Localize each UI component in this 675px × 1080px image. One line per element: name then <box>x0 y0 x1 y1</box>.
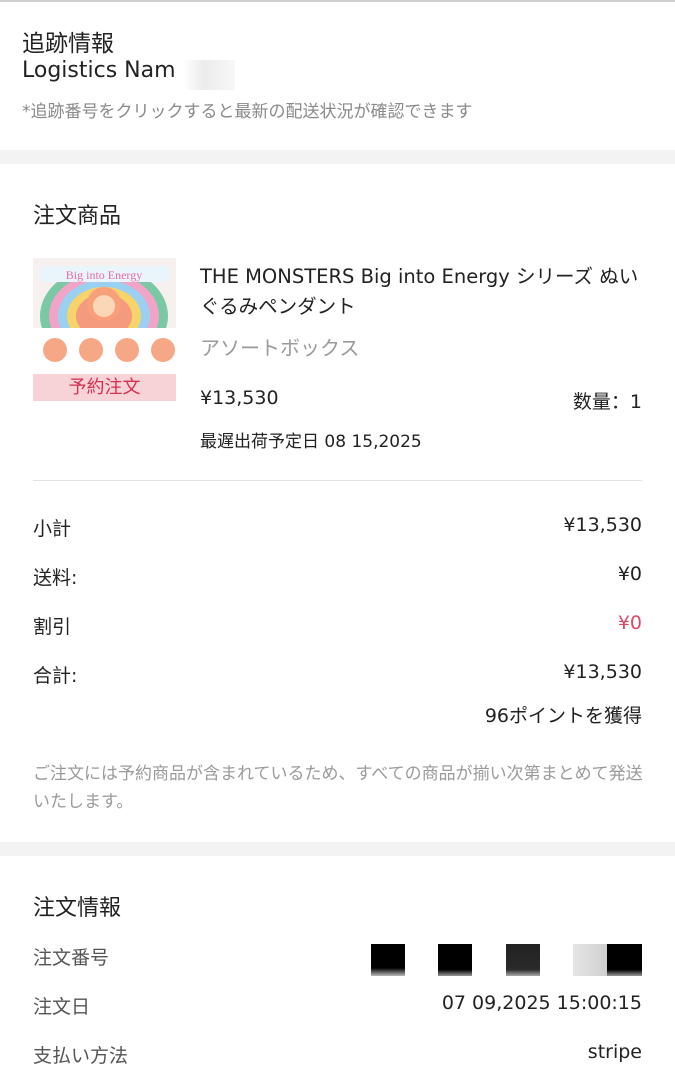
shipping-value: ¥0 <box>617 563 642 585</box>
quantity-value: 1 <box>629 391 642 413</box>
order-date-value: 07 09,2025 15:00:15 <box>441 992 642 1014</box>
payment-method-value: stripe <box>587 1041 642 1063</box>
preorder-notice: ご注文には予約商品が含まれているため、すべての商品が揃い次第まとめて発送いたしま… <box>33 764 643 812</box>
redacted-order-number <box>371 944 405 976</box>
preorder-badge: 予約注文 <box>33 374 176 401</box>
redacted-order-number <box>573 944 607 976</box>
latest-ship-value: 08 15,2025 <box>324 432 422 452</box>
payment-method-label: 支払い方法 <box>33 1045 129 1067</box>
quantity-label: 数量： <box>572 391 630 413</box>
redacted-order-number <box>607 944 642 976</box>
order-date-label: 注文日 <box>33 996 91 1018</box>
discount-value: ¥0 <box>617 612 642 634</box>
redacted-order-number <box>438 944 472 976</box>
total-value: ¥13,530 <box>563 661 642 683</box>
section-gap <box>0 150 675 164</box>
order-info-heading: 注文情報 <box>33 896 122 921</box>
order-items-heading: 注文商品 <box>33 204 122 229</box>
product-variant: アソートボックス <box>200 336 360 360</box>
tracking-note: *追跡番号をクリックすると最新の配送状況が確認できます <box>22 102 473 122</box>
redacted-order-number <box>506 944 540 976</box>
section-gap <box>0 842 675 856</box>
redacted-tracking-number <box>183 60 235 90</box>
points-earned: 96ポイントを獲得 <box>484 705 642 727</box>
product-price: ¥13,530 <box>200 387 279 409</box>
thumbnail-logo-text: Big into Energy <box>66 268 142 282</box>
order-number-label: 注文番号 <box>33 947 110 969</box>
total-label: 合計: <box>33 665 78 687</box>
tracking-title: 追跡情報 <box>22 31 114 57</box>
product-thumbnail[interactable]: Big into Energy 予約注文 <box>33 258 176 401</box>
subtotal-label: 小計 <box>33 518 72 540</box>
product-name[interactable]: THE MONSTERS Big into Energy シリーズ ぬいぐるみペ… <box>200 262 650 322</box>
latest-ship-label: 最遅出荷予定日 <box>200 432 319 452</box>
latest-ship-date: 最遅出荷予定日 08 15,2025 <box>200 427 422 452</box>
logistics-name[interactable]: Logistics Nam <box>22 58 176 83</box>
shipping-label: 送料: <box>33 567 78 589</box>
subtotal-value: ¥13,530 <box>563 514 642 536</box>
product-quantity: 数量：1 <box>573 387 642 414</box>
discount-label: 割引 <box>33 616 72 638</box>
items-divider <box>33 480 642 481</box>
